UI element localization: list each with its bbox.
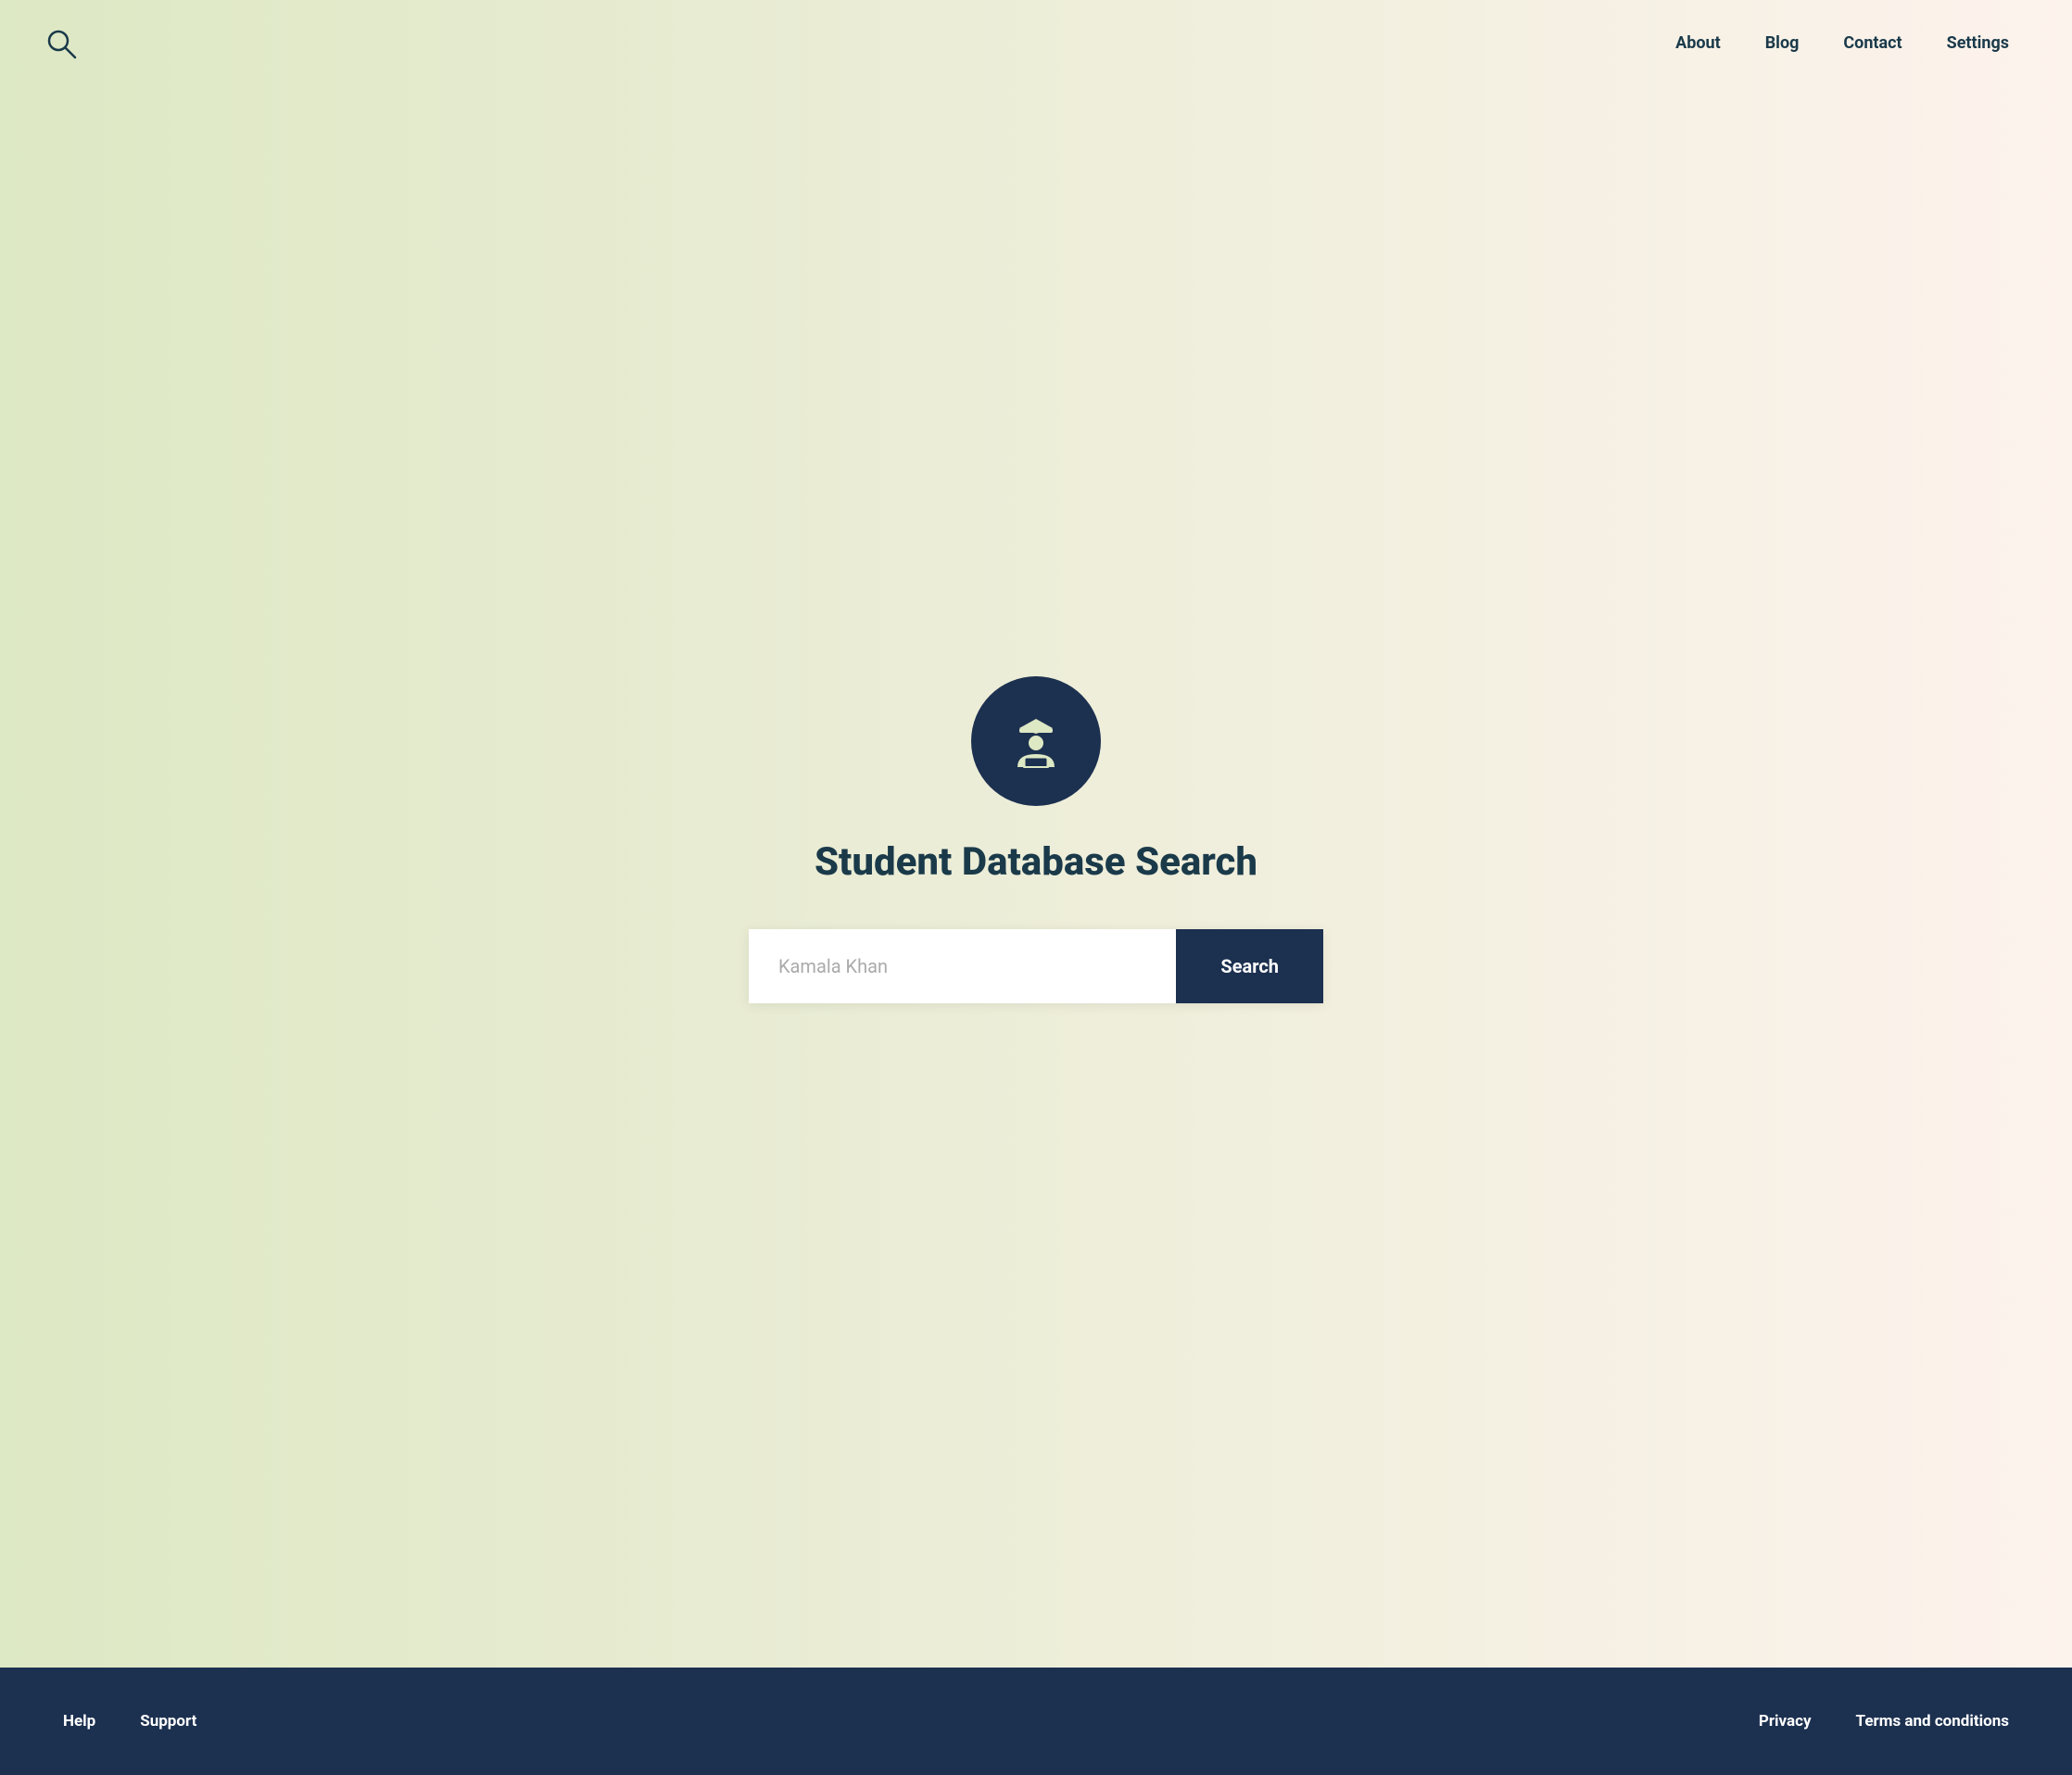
search-icon[interactable] [44, 27, 78, 60]
search-button[interactable]: Search [1176, 929, 1323, 1003]
footer-left-links: Help Support [44, 1705, 215, 1738]
nav-about[interactable]: About [1657, 26, 1739, 60]
nav-contact[interactable]: Contact [1825, 26, 1920, 60]
footer: Help Support Privacy Terms and condition… [0, 1668, 2072, 1775]
hero-section: Student Database Search Search [0, 86, 2072, 1668]
student-icon [971, 676, 1101, 806]
nav-settings[interactable]: Settings [1928, 26, 2028, 60]
navigation: About Blog Contact Settings [1657, 26, 2028, 60]
footer-privacy-link[interactable]: Privacy [1740, 1705, 1830, 1738]
footer-help-link[interactable]: Help [44, 1705, 114, 1738]
search-input[interactable] [749, 929, 1176, 1003]
footer-terms-link[interactable]: Terms and conditions [1838, 1705, 2028, 1738]
hero-title: Student Database Search [815, 839, 1257, 885]
search-bar: Search [749, 929, 1323, 1003]
header: About Blog Contact Settings [0, 0, 2072, 86]
footer-right-links: Privacy Terms and conditions [1740, 1705, 2028, 1738]
footer-support-link[interactable]: Support [121, 1705, 215, 1738]
nav-blog[interactable]: Blog [1747, 26, 1818, 60]
